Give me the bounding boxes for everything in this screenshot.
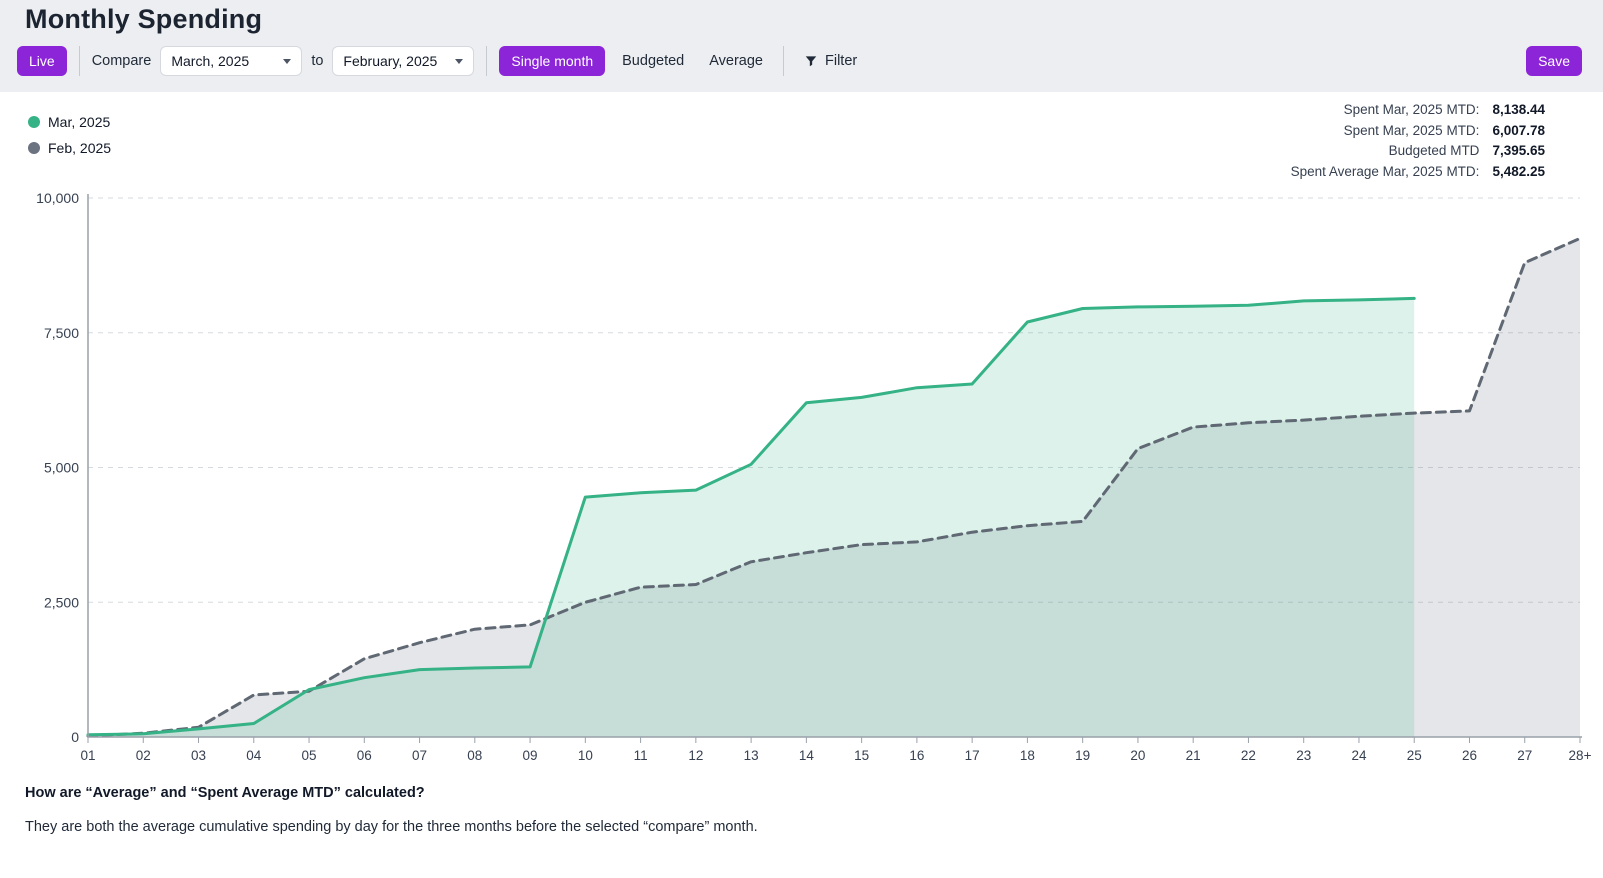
x-tick-label: 20 xyxy=(1130,748,1145,763)
budgeted-button[interactable]: Budgeted xyxy=(614,46,692,76)
x-tick-label: 01 xyxy=(80,748,95,763)
mar-area-fill xyxy=(88,298,1414,737)
toolbar-divider xyxy=(486,46,487,76)
x-tick-label: 12 xyxy=(688,748,703,763)
x-tick-label: 13 xyxy=(744,748,759,763)
chevron-down-icon xyxy=(283,59,291,64)
y-tick-label: 2,500 xyxy=(44,594,79,610)
toolbar-divider xyxy=(783,46,784,76)
x-tick-label: 02 xyxy=(136,748,151,763)
x-tick-label: 04 xyxy=(246,748,262,763)
x-tick-label: 26 xyxy=(1462,748,1477,763)
x-tick-label: 19 xyxy=(1075,748,1090,763)
x-tick-label: 24 xyxy=(1351,748,1367,763)
x-tick-label: 10 xyxy=(578,748,593,763)
to-month-value: February, 2025 xyxy=(343,53,437,69)
to-label: to xyxy=(311,53,323,69)
x-tick-label: 18 xyxy=(1020,748,1035,763)
filter-funnel-icon xyxy=(804,54,818,68)
y-tick-label: 0 xyxy=(71,729,79,745)
x-tick-label: 06 xyxy=(357,748,372,763)
y-tick-label: 10,000 xyxy=(36,190,79,206)
x-tick-label: 07 xyxy=(412,748,427,763)
save-button[interactable]: Save xyxy=(1526,46,1582,76)
monthly-spending-page: Monthly Spending Live Compare March, 202… xyxy=(0,0,1603,878)
compare-label: Compare xyxy=(92,53,152,69)
x-tick-label: 16 xyxy=(909,748,924,763)
footer-question: How are “Average” and “Spent Average MTD… xyxy=(25,785,425,801)
chevron-down-icon xyxy=(455,59,463,64)
page-title: Monthly Spending xyxy=(0,0,1603,35)
x-tick-label: 08 xyxy=(467,748,482,763)
compare-month-value: March, 2025 xyxy=(171,53,249,69)
x-tick-label: 28+ xyxy=(1569,748,1592,763)
x-tick-label: 14 xyxy=(799,748,815,763)
x-tick-label: 11 xyxy=(634,748,648,763)
filter-label: Filter xyxy=(825,53,857,69)
filter-button[interactable]: Filter xyxy=(796,46,865,76)
x-tick-label: 23 xyxy=(1296,748,1311,763)
top-bar: Monthly Spending Live Compare March, 202… xyxy=(0,0,1603,92)
single-month-button[interactable]: Single month xyxy=(499,46,605,76)
toolbar-divider xyxy=(79,46,80,76)
x-tick-label: 22 xyxy=(1241,748,1256,763)
spending-chart[interactable]: 0 2,500 5,000 7,500 10,000 01 02 03 04 05 06 07 08 09… xyxy=(0,92,1603,782)
x-tick-label: 27 xyxy=(1517,748,1532,763)
x-tick-label: 17 xyxy=(965,748,980,763)
average-button[interactable]: Average xyxy=(701,46,771,76)
toolbar: Live Compare March, 2025 to February, 20… xyxy=(0,46,1603,76)
x-tick-label: 15 xyxy=(854,748,869,763)
y-tick-label: 5,000 xyxy=(44,460,79,476)
x-tick-label: 25 xyxy=(1407,748,1422,763)
y-tick-label: 7,500 xyxy=(44,325,79,341)
to-month-select[interactable]: February, 2025 xyxy=(332,46,474,76)
live-button[interactable]: Live xyxy=(17,46,67,76)
x-tick-label: 05 xyxy=(302,748,317,763)
footer-answer: They are both the average cumulative spe… xyxy=(25,819,758,835)
x-tick-label: 03 xyxy=(191,748,206,763)
compare-month-select[interactable]: March, 2025 xyxy=(160,46,302,76)
x-tick-label: 21 xyxy=(1186,748,1201,763)
x-tick-label: 09 xyxy=(523,748,538,763)
